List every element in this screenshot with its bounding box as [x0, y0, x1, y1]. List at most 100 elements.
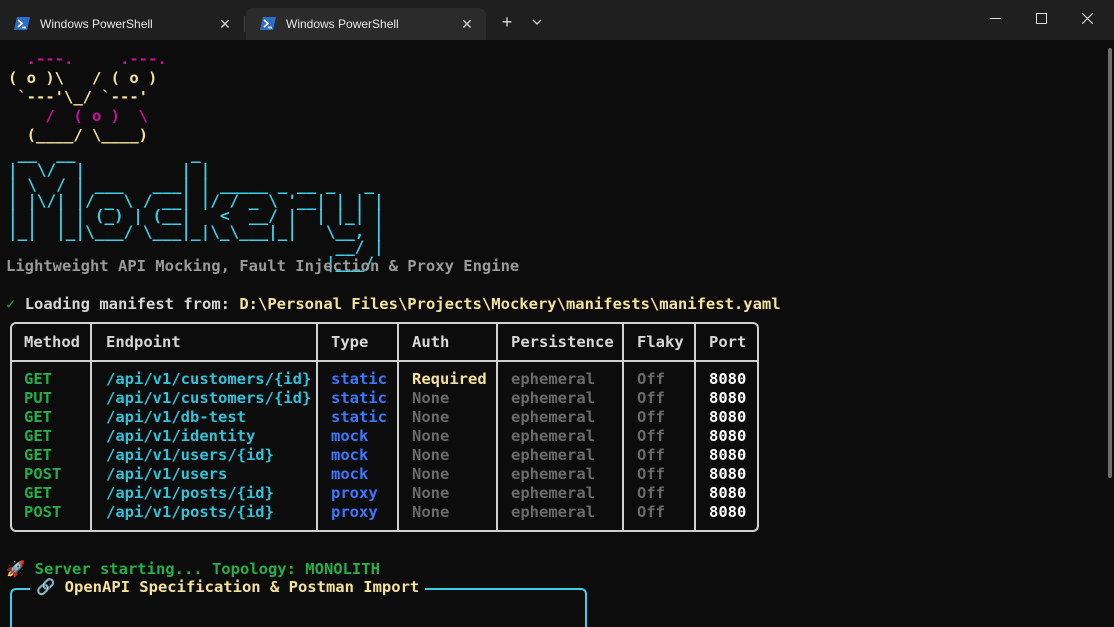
- cell-auth: None: [412, 427, 450, 445]
- cell-persistence: ephemeral: [511, 465, 595, 483]
- cell-type: static: [331, 389, 387, 407]
- openapi-title-text: OpenAPI Specification & Postman Import: [64, 578, 420, 596]
- cell-auth: None: [412, 484, 450, 502]
- column-header-auth: Auth: [412, 333, 450, 351]
- cell-endpoint: /api/v1/identity: [106, 427, 256, 445]
- link-icon: 🔗: [36, 578, 56, 596]
- cell-type: mock: [331, 465, 369, 483]
- cell-persistence: ephemeral: [511, 370, 595, 388]
- cell-method: GET: [24, 484, 52, 502]
- robot-art-segment: .---.: [120, 50, 167, 68]
- column-header-type: Type: [331, 333, 369, 351]
- minimize-button[interactable]: [972, 0, 1018, 38]
- column-header-persistence: Persistence: [511, 333, 614, 351]
- cell-flaky: Off: [637, 389, 665, 407]
- robot-art-segment: .---.: [26, 50, 74, 68]
- cell-method: GET: [24, 446, 52, 464]
- cell-flaky: Off: [637, 484, 665, 502]
- tab-windows-powershell-1[interactable]: Windows PowerShell ✕: [0, 8, 244, 40]
- column-header-method: Method: [24, 333, 80, 351]
- cell-endpoint: /api/v1/customers/{id}: [106, 389, 312, 407]
- cell-port: 8080: [709, 446, 747, 464]
- cell-port: 8080: [709, 408, 747, 426]
- check-icon: ✓: [6, 295, 16, 313]
- manifest-label: Loading manifest from:: [24, 295, 240, 313]
- server-status-text: Server starting... Topology: MONOLITH: [34, 560, 380, 578]
- cell-type: static: [331, 370, 387, 388]
- cell-port: 8080: [709, 370, 747, 388]
- openapi-section-box: 🔗 OpenAPI Specification & Postman Import: [10, 577, 587, 627]
- tab-close-icon[interactable]: ✕: [218, 8, 232, 40]
- manifest-path: D:\Personal Files\Projects\Mockery\manif…: [239, 295, 781, 313]
- cell-method: POST: [24, 503, 62, 521]
- cell-endpoint: /api/v1/users: [106, 465, 228, 483]
- tab-title: Windows PowerShell: [40, 17, 153, 31]
- table-row: GET /api/v1/customers/{id} static Requir…: [12, 370, 757, 389]
- robot-art-segment: / ( o ) \: [45, 107, 148, 125]
- cell-method: POST: [24, 465, 62, 483]
- terminal-output[interactable]: .---. .---. ( o )\ / ( o ) `---'\_/ `---…: [0, 40, 1114, 627]
- server-status-line: 🚀 Server starting... Topology: MONOLITH: [6, 559, 380, 579]
- cell-flaky: Off: [637, 427, 665, 445]
- tab-divider: [244, 16, 245, 32]
- cell-endpoint: /api/v1/posts/{id}: [106, 503, 274, 521]
- cell-auth: None: [412, 446, 450, 464]
- powershell-icon: [260, 17, 276, 30]
- cell-flaky: Off: [637, 408, 665, 426]
- cell-endpoint: /api/v1/users/{id}: [106, 446, 274, 464]
- table-row: GET /api/v1/users/{id} mock None ephemer…: [12, 446, 757, 465]
- cell-flaky: Off: [637, 446, 665, 464]
- cell-endpoint: /api/v1/db-test: [106, 408, 246, 426]
- table-row: GET /api/v1/db-test static None ephemera…: [12, 408, 757, 427]
- tab-close-icon[interactable]: ✕: [460, 8, 474, 40]
- rocket-icon: 🚀: [6, 560, 26, 578]
- cell-persistence: ephemeral: [511, 408, 595, 426]
- column-header-port: Port: [709, 333, 747, 351]
- cell-method: GET: [24, 427, 52, 445]
- table-row: GET /api/v1/posts/{id} proxy None epheme…: [12, 484, 757, 503]
- robot-art-segment: [73, 50, 120, 68]
- cell-persistence: ephemeral: [511, 503, 595, 521]
- close-icon: [1082, 13, 1093, 24]
- close-window-button[interactable]: [1064, 0, 1110, 38]
- cell-flaky: Off: [637, 465, 665, 483]
- cell-port: 8080: [709, 484, 747, 502]
- minimize-icon: [990, 18, 1001, 19]
- cell-port: 8080: [709, 389, 747, 407]
- tab-title: Windows PowerShell: [286, 17, 399, 31]
- new-tab-button[interactable]: +: [496, 12, 518, 32]
- maximize-icon: [1036, 13, 1047, 24]
- robot-art-segment: [8, 107, 45, 125]
- cell-auth: Required: [412, 370, 487, 388]
- table-row: GET /api/v1/identity mock None ephemeral…: [12, 427, 757, 446]
- cell-type: proxy: [331, 503, 378, 521]
- table-row: POST /api/v1/users mock None ephemeral O…: [12, 465, 757, 484]
- tab-dropdown-chevron-icon[interactable]: [526, 12, 548, 32]
- banner-subtitle: Lightweight API Mocking, Fault Injection…: [6, 257, 520, 275]
- cell-endpoint: /api/v1/posts/{id}: [106, 484, 274, 502]
- manifest-line: ✓ Loading manifest from: D:\Personal Fil…: [6, 294, 781, 314]
- maximize-button[interactable]: [1018, 0, 1064, 38]
- cell-type: mock: [331, 427, 369, 445]
- table-row: POST /api/v1/posts/{id} proxy None ephem…: [12, 503, 757, 522]
- cell-auth: None: [412, 389, 450, 407]
- cell-persistence: ephemeral: [511, 446, 595, 464]
- cell-method: GET: [24, 408, 52, 426]
- robot-art-segment: [8, 50, 27, 68]
- scrollbar[interactable]: [1108, 48, 1112, 478]
- cell-auth: None: [412, 408, 450, 426]
- cell-method: GET: [24, 370, 52, 388]
- cell-type: static: [331, 408, 387, 426]
- powershell-icon: [14, 17, 30, 30]
- cell-type: mock: [331, 446, 369, 464]
- cell-type: proxy: [331, 484, 378, 502]
- table-header-divider: [12, 360, 757, 362]
- cell-flaky: Off: [637, 503, 665, 521]
- robot-art-segment: `---'\_/ `---': [8, 88, 148, 106]
- mockery-ascii-logo: __ __ _ | \/ | | | | \ / | ___ ___| | __…: [8, 146, 384, 271]
- title-bar: Windows PowerShell ✕ Windows PowerShell …: [0, 0, 1114, 40]
- cell-port: 8080: [709, 465, 747, 483]
- cell-auth: None: [412, 465, 450, 483]
- tab-windows-powershell-2[interactable]: Windows PowerShell ✕: [246, 8, 486, 40]
- column-header-endpoint: Endpoint: [106, 333, 181, 351]
